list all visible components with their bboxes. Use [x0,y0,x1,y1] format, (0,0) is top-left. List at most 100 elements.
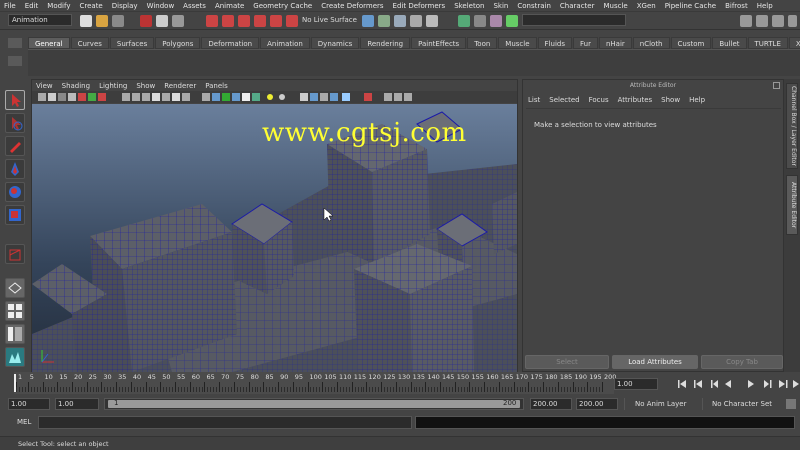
modeling-toolkit-icon[interactable] [474,15,486,27]
last-tool-icon[interactable] [5,244,25,264]
paint-select-icon[interactable] [5,136,25,156]
tab-animation[interactable]: Animation [260,37,310,49]
rotate-tool-icon[interactable] [5,182,25,202]
viewport-toolbar-icons[interactable] [32,91,517,103]
menu-pipeline-cache[interactable]: Pipeline Cache [665,2,716,10]
new-scene-icon[interactable] [80,15,92,27]
load-attributes-button[interactable]: Load Attributes [612,355,698,369]
history-icon[interactable] [362,15,374,27]
tab-dynamics[interactable]: Dynamics [310,37,360,49]
tab-fluids[interactable]: Fluids [537,37,572,49]
select-object-icon[interactable] [156,15,168,27]
viewport-menu-lighting[interactable]: Lighting [99,82,127,90]
tab-muscle[interactable]: Muscle [498,37,537,49]
select-button[interactable]: Select [525,355,609,369]
tool-settings-icon[interactable] [788,15,797,27]
attr-menu-help[interactable]: Help [689,96,705,104]
menu-skin[interactable]: Skin [493,2,508,10]
attr-menu-show[interactable]: Show [661,96,680,104]
menu-file[interactable]: File [4,2,16,10]
scene-icon[interactable] [5,347,25,367]
mel-label[interactable]: MEL [17,418,31,426]
tab-general[interactable]: General [28,37,70,49]
render-icon[interactable] [394,15,406,27]
tab-toon[interactable]: Toon [467,37,498,49]
menu-edit-deformers[interactable]: Edit Deformers [393,2,446,10]
start-time-field[interactable]: 1.00 [8,398,50,410]
menu-assets[interactable]: Assets [183,2,206,10]
tab-deformation[interactable]: Deformation [201,37,260,49]
menu-skeleton[interactable]: Skeleton [454,2,484,10]
tab-surfaces[interactable]: Surfaces [109,37,155,49]
tab-rendering[interactable]: Rendering [360,37,411,49]
tab-painteffects[interactable]: PaintEffects [411,37,467,49]
menu-window[interactable]: Window [147,2,175,10]
menu-set-dropdown[interactable]: Animation [8,14,72,26]
menu-modify[interactable]: Modify [47,2,70,10]
viewport-menu-shading[interactable]: Shading [62,82,90,90]
attr-menu-list[interactable]: List [528,96,540,104]
move-tool-icon[interactable] [5,159,25,179]
layout-four-icon[interactable] [5,301,25,321]
snap-surface-icon[interactable] [270,15,282,27]
open-scene-icon[interactable] [96,15,108,27]
render-view-icon[interactable] [378,15,390,27]
menu-geometry-cache[interactable]: Geometry Cache [253,2,312,10]
tab-bullet[interactable]: Bullet [712,37,747,49]
menu-create[interactable]: Create [79,2,102,10]
viewport-menu-show[interactable]: Show [136,82,155,90]
anim-layer-dropdown[interactable]: No Anim Layer [624,398,702,410]
playback-buttons-icon[interactable] [676,379,800,389]
layout-outliner-icon[interactable] [5,324,25,344]
attribute-editor-icon[interactable] [772,15,784,27]
live-surface-label[interactable]: No Live Surface [302,16,357,24]
tab-fur[interactable]: Fur [572,37,598,49]
float-panel-icon[interactable] [773,82,780,89]
tab-ncloth[interactable]: nCloth [632,37,670,49]
quick-select-field[interactable] [522,14,626,26]
xgen-icon[interactable] [490,15,502,27]
attr-menu-focus[interactable]: Focus [589,96,609,104]
render-settings-icon[interactable] [426,15,438,27]
tab-polygons[interactable]: Polygons [155,37,201,49]
copy-tab-button[interactable]: Copy Tab [701,355,783,369]
select-component-icon[interactable] [172,15,184,27]
preferences-icon[interactable] [786,399,796,409]
select-tool-icon[interactable] [5,90,25,110]
tab-curves[interactable]: Curves [70,37,109,49]
select-hierarchy-icon[interactable] [140,15,152,27]
magnet-icon[interactable] [286,15,298,27]
range-slider-handle[interactable] [108,400,520,408]
menu-muscle[interactable]: Muscle [603,2,627,10]
current-frame-field[interactable]: 1.00 [614,378,658,390]
toggle-sidebar-icon[interactable] [740,15,752,27]
snap-curve-icon[interactable] [222,15,234,27]
menu-help[interactable]: Help [757,2,773,10]
ipr-render-icon[interactable] [410,15,422,27]
menu-animate[interactable]: Animate [215,2,244,10]
snap-grid-icon[interactable] [206,15,218,27]
playback-start-field[interactable]: 1.00 [55,398,99,410]
tab-nhair[interactable]: nHair [598,37,632,49]
character-set-dropdown[interactable]: No Character Set [702,398,780,410]
shelf-tab-menu-icon[interactable] [8,38,22,48]
menu-bifrost[interactable]: Bifrost [725,2,748,10]
tab-custom[interactable]: Custom [670,37,712,49]
viewport-menu-panels[interactable]: Panels [205,82,228,90]
channel-box-tab[interactable]: Channel Box / Layer Editor [786,83,798,169]
scale-tool-icon[interactable] [5,205,25,225]
channel-box-icon[interactable] [756,15,768,27]
menu-display[interactable]: Display [112,2,138,10]
tab-turtle[interactable]: TURTLE [747,37,788,49]
playback-end-field[interactable]: 200.00 [530,398,572,410]
viewport-menu-renderer[interactable]: Renderer [164,82,196,90]
menu-xgen[interactable]: XGen [637,2,656,10]
range-slider[interactable]: 1 200 [104,398,524,410]
layout-single-icon[interactable] [5,278,25,298]
menu-character[interactable]: Character [560,2,595,10]
save-scene-icon[interactable] [112,15,124,27]
menu-edit[interactable]: Edit [25,2,39,10]
snap-point-icon[interactable] [238,15,250,27]
attribute-editor-tab[interactable]: Attribute Editor [786,175,798,235]
command-input[interactable] [38,416,412,429]
